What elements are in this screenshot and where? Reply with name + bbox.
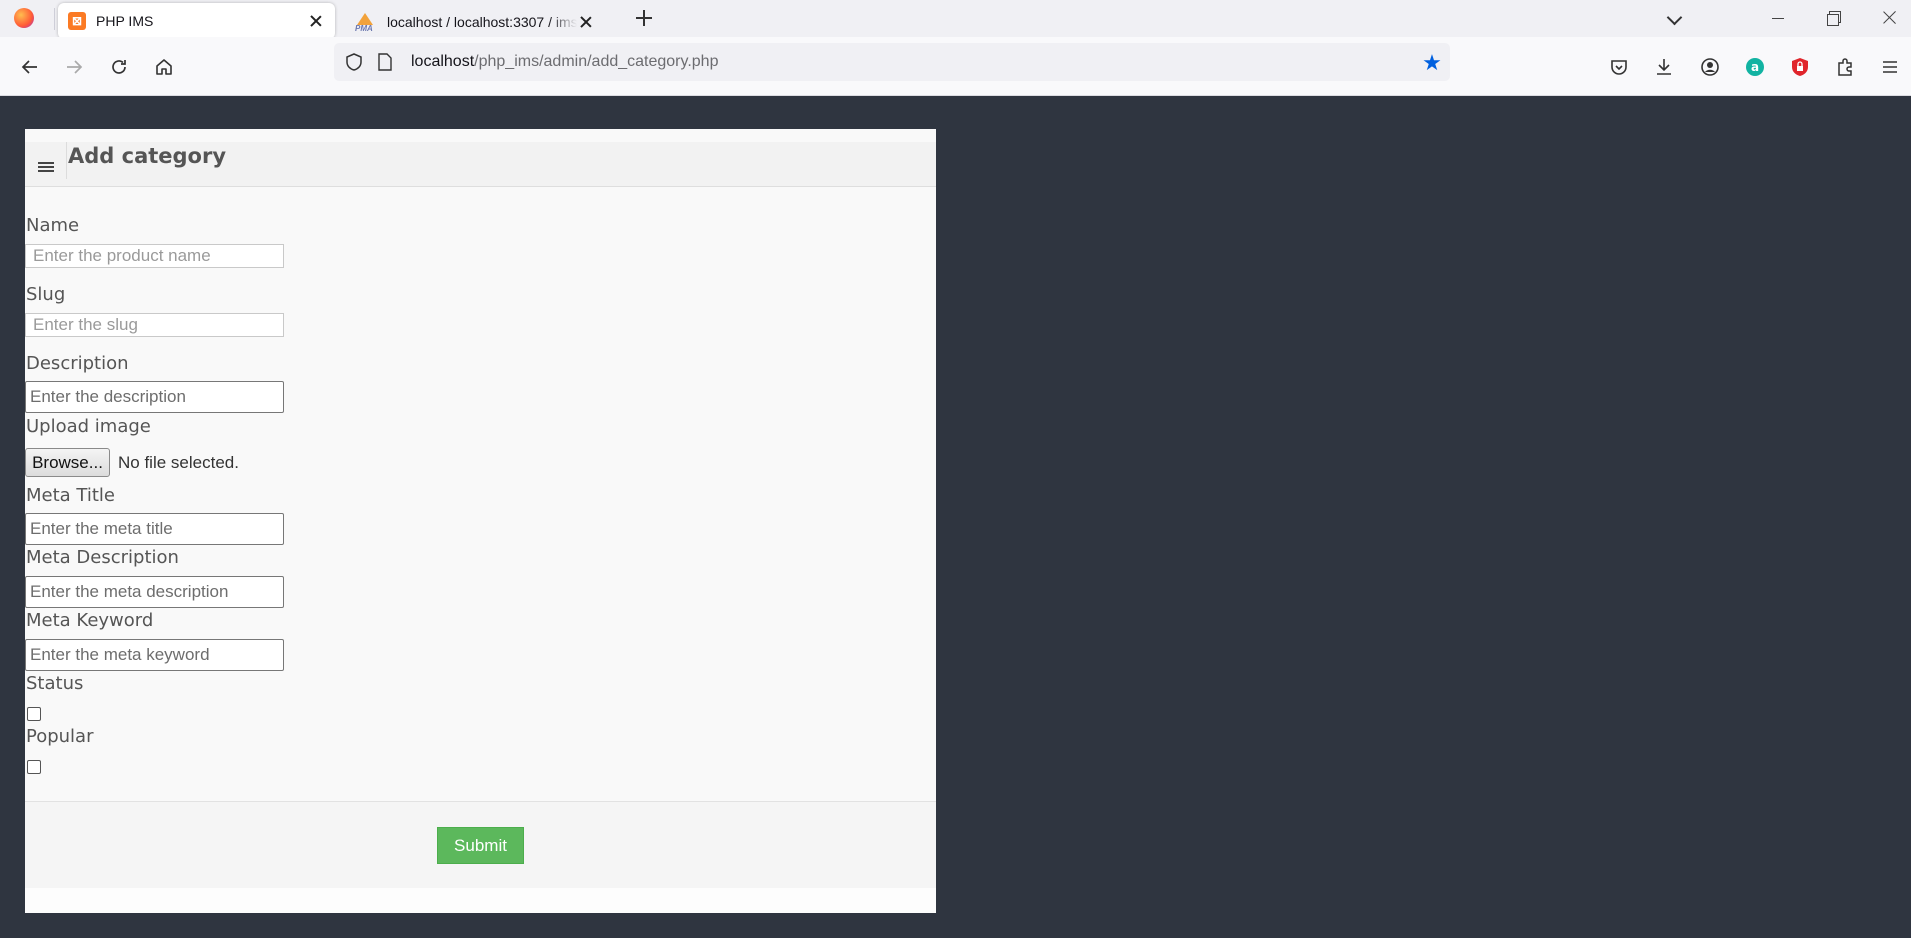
restore-icon[interactable] — [1822, 6, 1846, 30]
address-bar[interactable]: localhost/php_ims/admin/add_category.php… — [334, 43, 1450, 81]
page-title: Add category — [68, 144, 227, 168]
card-bottom-strip — [25, 888, 936, 913]
back-button[interactable] — [14, 51, 46, 83]
red-shield-lock-icon — [1792, 58, 1808, 76]
meta-title-label: Meta Title — [26, 485, 115, 506]
home-button[interactable] — [148, 51, 180, 83]
file-status-text: No file selected. — [118, 452, 239, 472]
reload-icon — [112, 60, 126, 74]
url-text[interactable]: localhost/php_ims/admin/add_category.php — [411, 53, 718, 71]
description-label: Description — [26, 353, 129, 374]
status-checkbox[interactable] — [27, 707, 41, 721]
svg-text:a: a — [1751, 60, 1759, 74]
list-all-tabs-icon[interactable] — [1665, 8, 1685, 28]
navigation-toolbar: localhost/php_ims/admin/add_category.php… — [0, 37, 1911, 96]
popular-label: Popular — [26, 726, 94, 747]
phpmyadmin-favicon-icon: PMA — [355, 12, 377, 33]
home-icon — [156, 59, 172, 75]
meta-keyword-label: Meta Keyword — [26, 610, 154, 631]
name-input[interactable] — [25, 244, 284, 268]
close-tab-icon[interactable] — [307, 12, 325, 30]
hamburger-menu-icon — [1883, 61, 1897, 73]
menu-lines-icon[interactable] — [38, 162, 54, 174]
description-input[interactable] — [25, 381, 284, 413]
tab-phpmyadmin[interactable]: PMA localhost / localhost:3307 / ims — [345, 4, 605, 39]
puzzle-icon — [1838, 58, 1852, 76]
extensions-button[interactable] — [1829, 51, 1861, 83]
tab-title: localhost / localhost:3307 / ims — [387, 13, 577, 30]
firefox-view-icon[interactable] — [14, 8, 34, 28]
minimize-icon[interactable] — [1766, 6, 1790, 30]
image-file-input[interactable]: Browse... No file selected. — [25, 448, 239, 477]
bookmark-star-icon[interactable]: ★ — [1420, 51, 1444, 75]
page-info-icon[interactable] — [378, 53, 392, 71]
popular-checkbox[interactable] — [27, 760, 41, 774]
forward-arrow-icon — [67, 60, 83, 74]
slug-input[interactable] — [25, 313, 284, 337]
account-button[interactable] — [1694, 51, 1726, 83]
pocket-button[interactable] — [1603, 51, 1635, 83]
card-header: Add category — [25, 142, 936, 187]
meta-description-label: Meta Description — [26, 547, 179, 568]
xampp-favicon-icon: ⊠ — [68, 12, 86, 30]
app-menu-button[interactable] — [1874, 51, 1906, 83]
extension-shield-button[interactable] — [1784, 51, 1816, 83]
account-icon — [1701, 58, 1719, 76]
name-label: Name — [26, 215, 80, 236]
header-separator — [66, 142, 67, 179]
add-category-card: Add category Name Slug Description Uploa… — [25, 129, 936, 913]
tracking-protection-shield-icon[interactable] — [345, 53, 363, 71]
slug-label: Slug — [26, 284, 66, 305]
extension-a-icon: a — [1746, 58, 1764, 76]
pocket-icon — [1611, 60, 1627, 75]
meta-title-input[interactable] — [25, 513, 284, 545]
tab-title: PHP IMS — [96, 13, 154, 29]
browse-button[interactable]: Browse... — [25, 448, 110, 477]
reload-button[interactable] — [103, 51, 135, 83]
upload-image-label: Upload image — [26, 416, 151, 437]
meta-keyword-input[interactable] — [25, 639, 284, 671]
tab-separator — [54, 8, 55, 30]
back-arrow-icon — [21, 60, 37, 74]
close-window-icon[interactable] — [1878, 6, 1902, 30]
tab-php-ims[interactable]: ⊠ PHP IMS — [58, 3, 335, 39]
status-label: Status — [26, 673, 84, 694]
card-footer: Submit — [25, 801, 936, 888]
url-path: /php_ims/admin/add_category.php — [474, 53, 719, 70]
submit-button[interactable]: Submit — [437, 827, 524, 864]
forward-button[interactable] — [58, 51, 90, 83]
meta-description-input[interactable] — [25, 576, 284, 608]
new-tab-icon[interactable] — [634, 8, 654, 28]
close-tab-icon[interactable] — [577, 13, 595, 31]
extension-a-button[interactable]: a — [1739, 51, 1771, 83]
download-icon — [1657, 59, 1671, 75]
downloads-button[interactable] — [1648, 51, 1680, 83]
url-host: localhost — [411, 53, 475, 70]
tab-bar: ⊠ PHP IMS PMA localhost / localhost:3307… — [0, 0, 1911, 39]
